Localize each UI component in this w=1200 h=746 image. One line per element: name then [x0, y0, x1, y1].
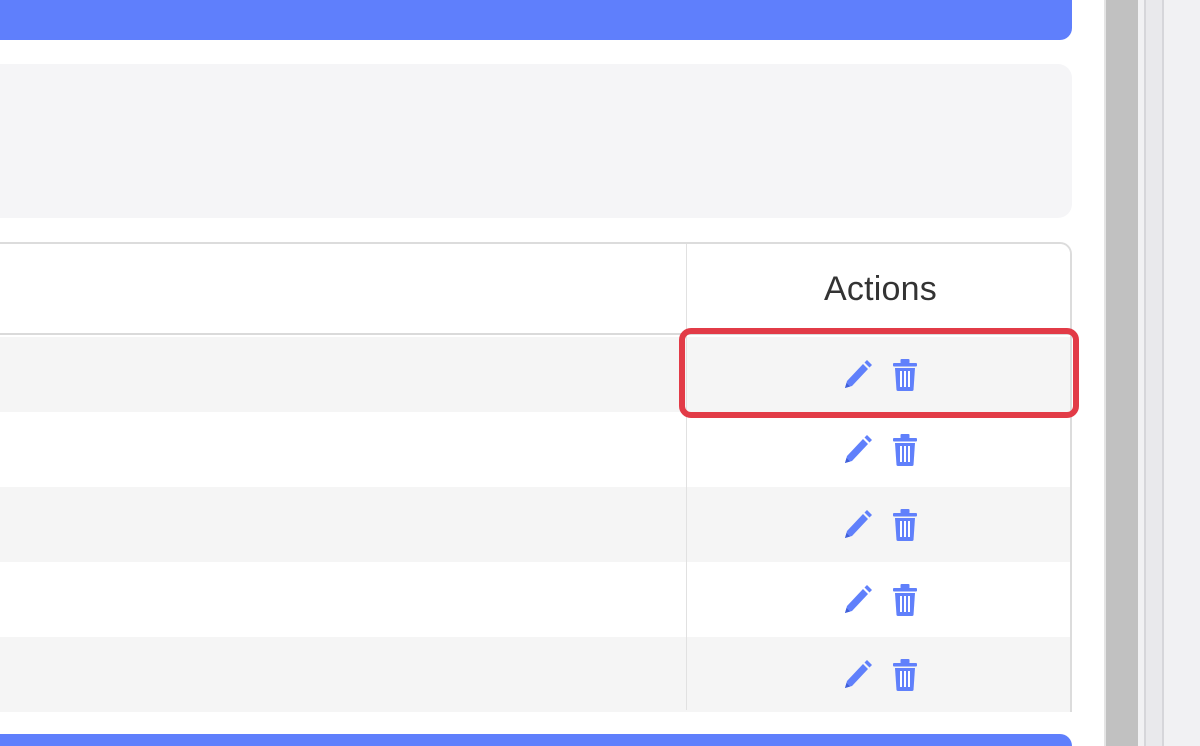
pencil-icon[interactable] — [840, 430, 874, 470]
scrollbar-thumb[interactable] — [1138, 0, 1200, 746]
table-row — [0, 412, 1070, 487]
table-header: Actions — [0, 244, 1070, 335]
trash-icon[interactable] — [888, 430, 922, 470]
table-body — [0, 337, 1070, 712]
pencil-icon[interactable] — [840, 580, 874, 620]
info-panel — [0, 64, 1072, 218]
trash-icon[interactable] — [888, 505, 922, 545]
pencil-icon[interactable] — [840, 505, 874, 545]
trash-icon[interactable] — [888, 580, 922, 620]
pencil-icon[interactable] — [840, 655, 874, 695]
row-actions — [689, 487, 1070, 562]
scrollbar-track[interactable] — [1104, 0, 1138, 746]
bottom-banner — [0, 734, 1072, 746]
table-row — [0, 487, 1070, 562]
pencil-icon[interactable] — [840, 355, 874, 395]
row-actions — [689, 637, 1070, 712]
data-table: Actions — [0, 242, 1072, 712]
trash-icon[interactable] — [888, 355, 922, 395]
trash-icon[interactable] — [888, 655, 922, 695]
table-row — [0, 337, 1070, 412]
row-actions — [689, 337, 1070, 412]
row-actions — [689, 562, 1070, 637]
table-row — [0, 562, 1070, 637]
table-row — [0, 637, 1070, 712]
top-banner — [0, 0, 1072, 40]
row-actions — [689, 412, 1070, 487]
column-divider — [686, 244, 687, 710]
actions-column-header: Actions — [824, 270, 937, 308]
